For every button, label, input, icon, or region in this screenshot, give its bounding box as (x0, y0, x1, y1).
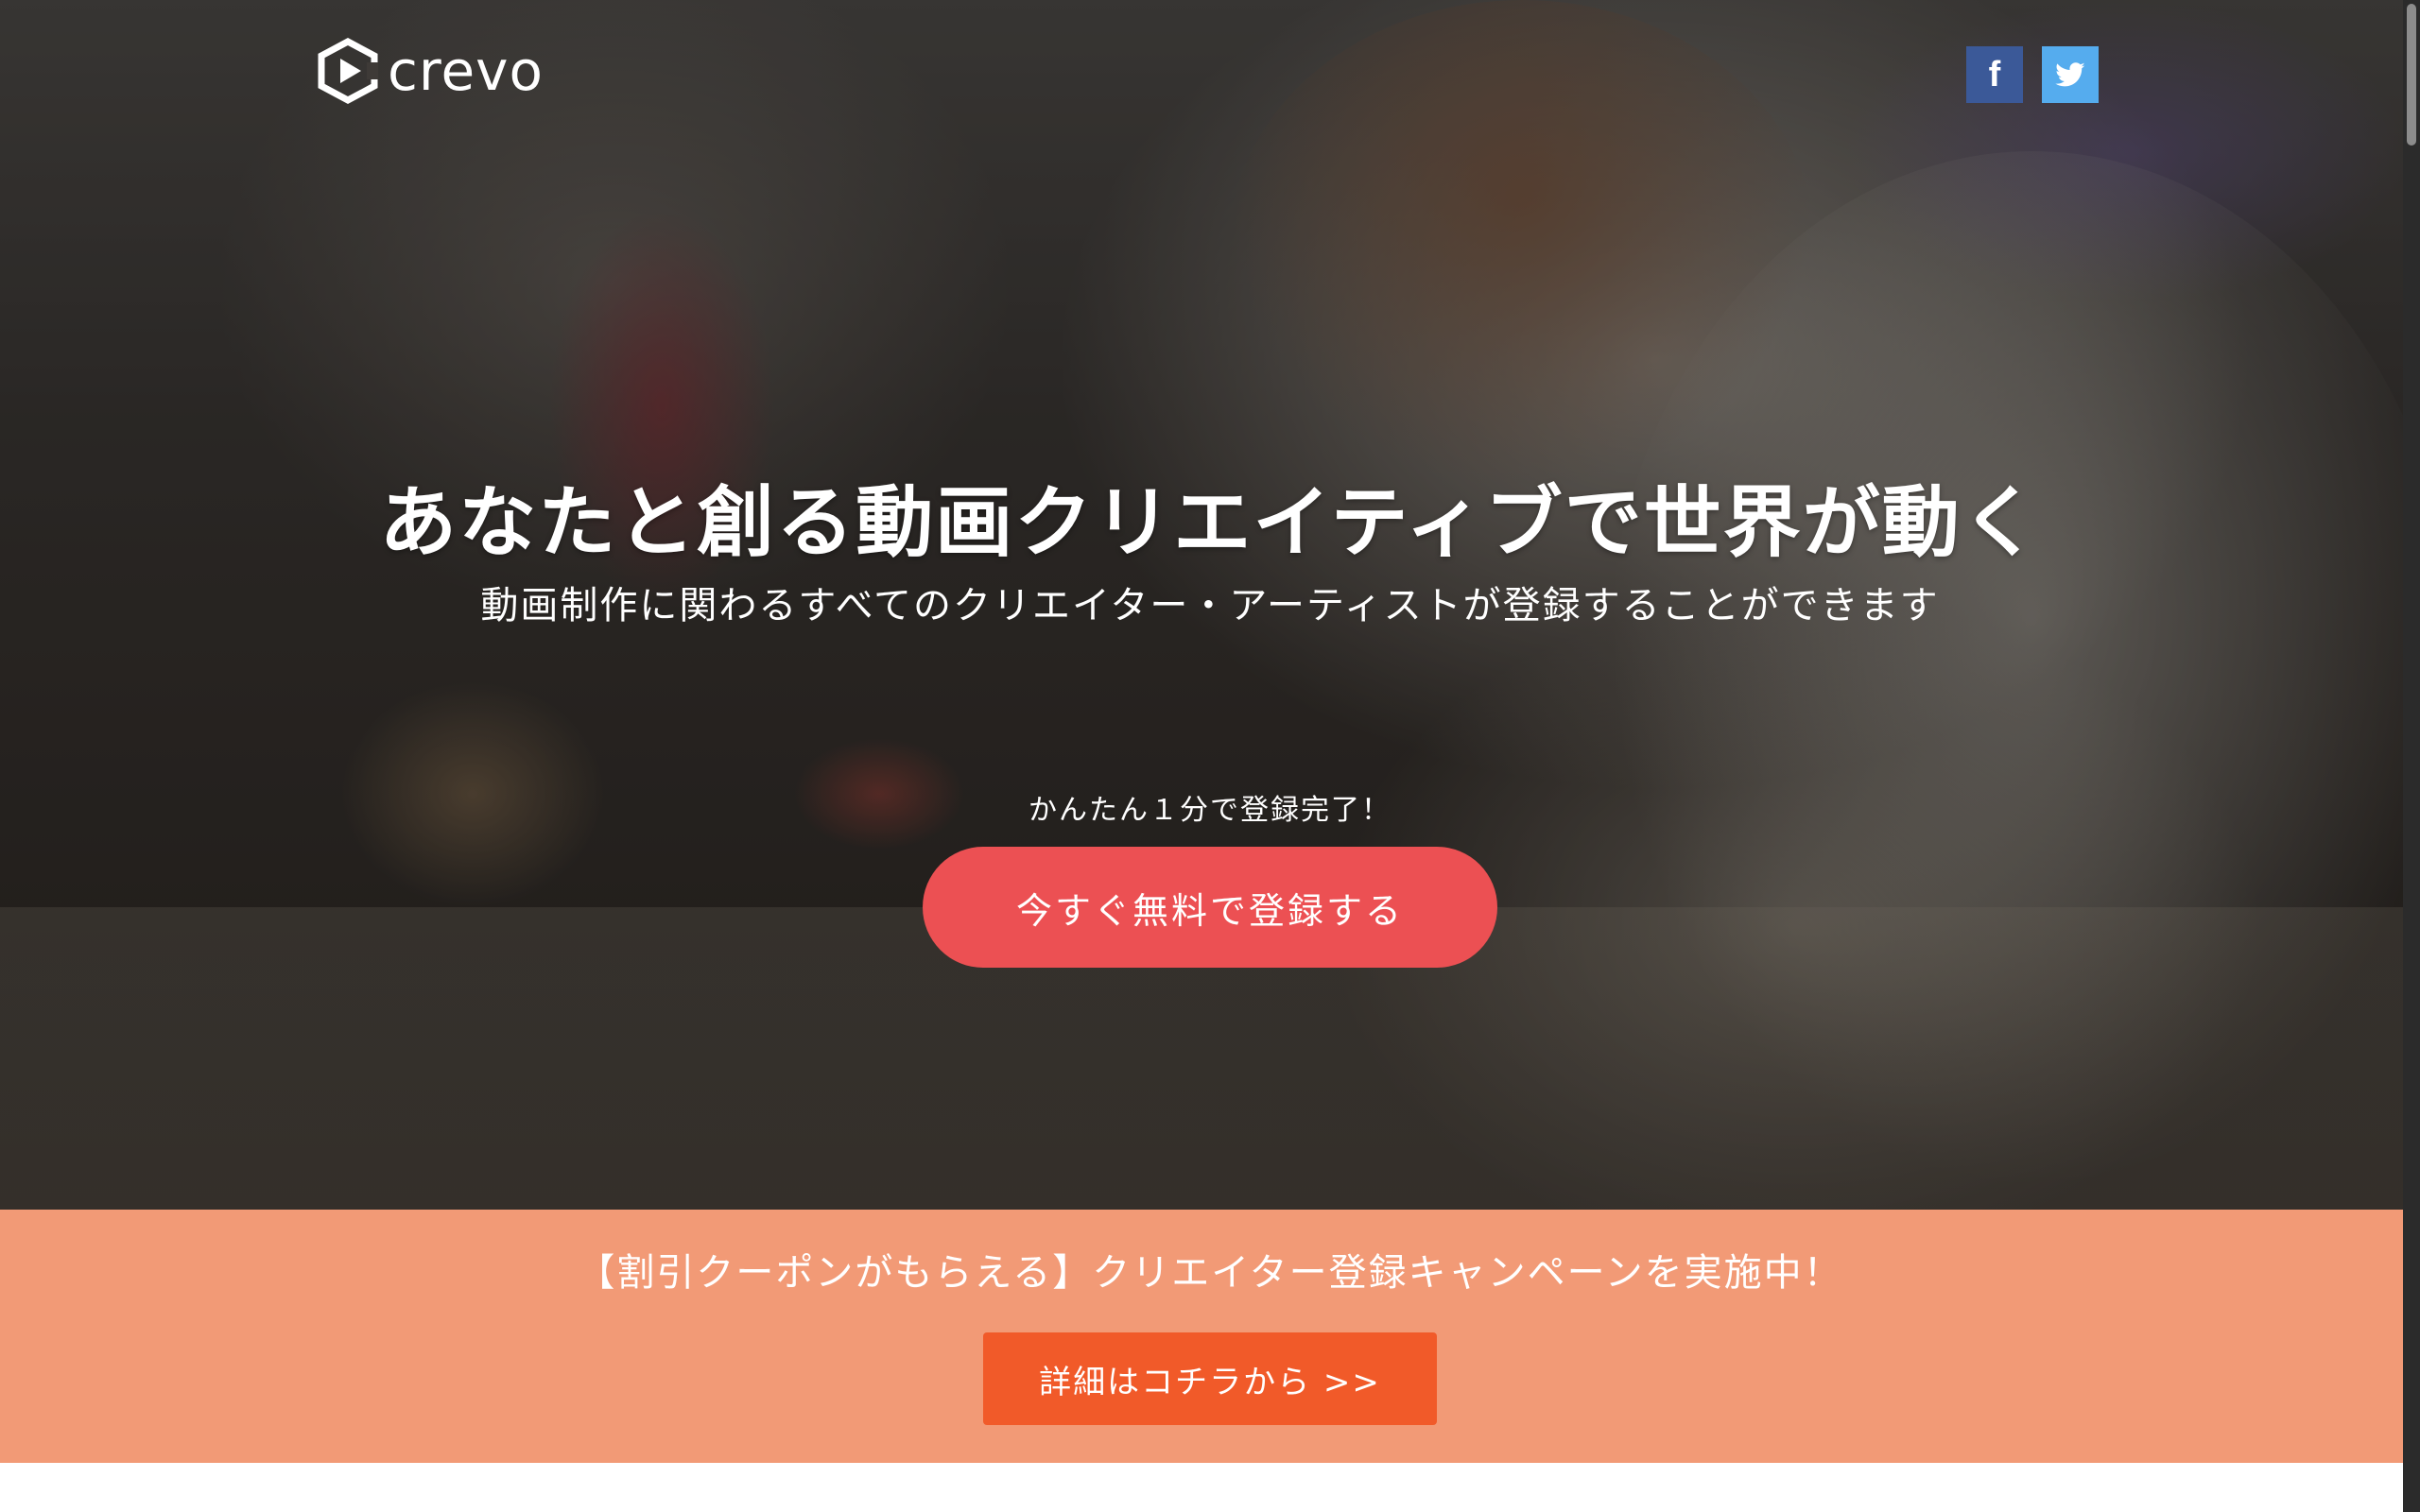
campaign-banner: 【割引クーポンがもらえる】クリエイター登録キャンペーンを実施中！ 詳細はコチラか… (0, 1210, 2403, 1463)
scrollbar-thumb[interactable] (2407, 4, 2416, 146)
facebook-icon: f (1988, 55, 2001, 94)
crevo-logo-icon (318, 38, 378, 104)
campaign-detail-button[interactable]: 詳細はコチラから >> (983, 1332, 1437, 1425)
page-scrollbar[interactable] (2403, 0, 2420, 1512)
free-signup-button[interactable]: 今すぐ無料で登録する (923, 847, 1497, 968)
logo-text: crevo (388, 39, 544, 103)
signup-note: かんたん１分で登録完了！ (1028, 794, 1392, 827)
hero-title: あなたと創る動画クリエイティブで世界が動く (379, 478, 2041, 568)
crevo-logo[interactable]: crevo (318, 36, 544, 106)
facebook-share-button[interactable]: f (1966, 46, 2023, 103)
twitter-icon (2055, 62, 2085, 87)
hero-subtitle: 動画制作に関わるすべてのクリエイター・アーティストが登録することができます (480, 584, 1940, 627)
campaign-text: 【割引クーポンがもらえる】クリエイター登録キャンペーンを実施中！ (577, 1251, 1843, 1295)
twitter-share-button[interactable] (2042, 46, 2099, 103)
